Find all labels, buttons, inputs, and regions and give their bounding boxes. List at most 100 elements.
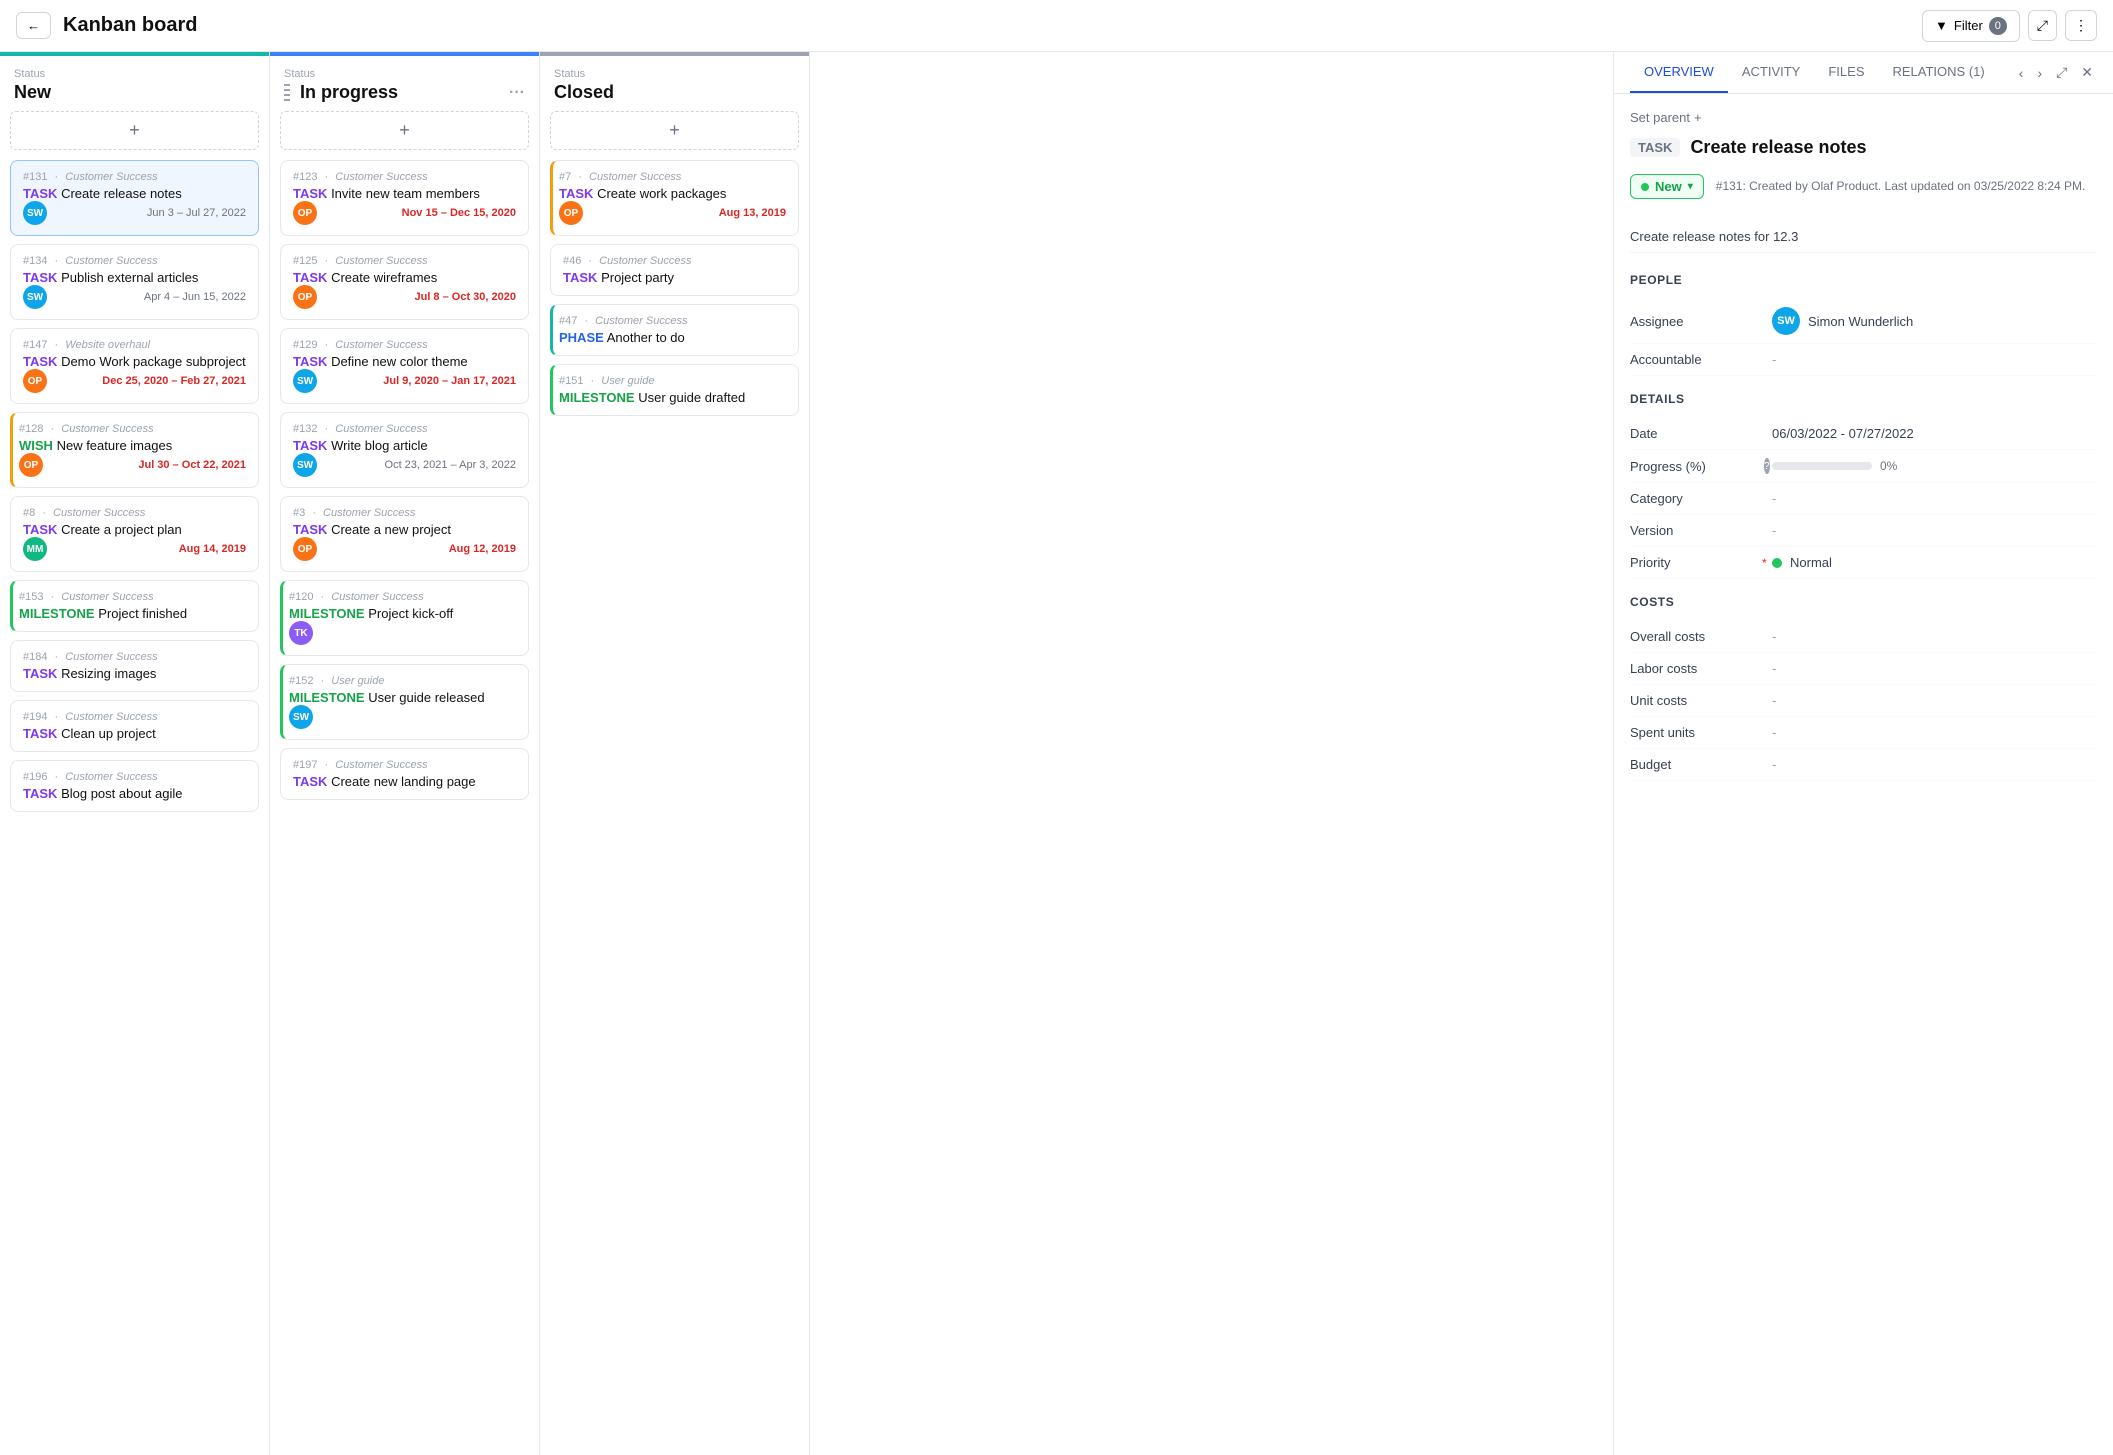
detail-label-category: Category [1630,491,1760,506]
list-item[interactable]: #196 · Customer SuccessTASK Blog post ab… [10,760,259,812]
card-title-text: Create release notes [61,186,182,201]
card-id-number: #123 [293,171,317,183]
card-category: Customer Success [335,759,427,771]
panel-back-icon[interactable]: ‹ [2015,61,2028,85]
card-id-line: #184 · Customer Success [23,651,246,663]
list-item[interactable]: #134 · Customer SuccessTASK Publish exte… [10,244,259,320]
card-id-number: #8 [23,507,35,519]
panel-expand-icon[interactable]: ⤢ [2052,60,2071,85]
add-card-button-in_progress[interactable]: + [280,111,529,150]
card-title-line: TASK Create a project plan [23,522,246,537]
set-parent-plus-icon[interactable]: + [1694,110,1702,125]
card-title-line: TASK Create release notes [23,186,246,201]
card-footer: SWApr 4 – Jun 15, 2022 [23,285,246,309]
card-type-label: TASK [23,726,57,741]
card-id-number: #129 [293,339,317,351]
tab-files[interactable]: FILES [1814,52,1878,93]
card-id-line: #153 · Customer Success [19,591,246,603]
card-title-line: TASK Define new color theme [293,354,516,369]
card-type-label: MILESTONE [19,606,95,621]
list-item[interactable]: #46 · Customer SuccessTASK Project party [550,244,799,296]
task-title: Create release notes [1690,137,1866,158]
list-item[interactable]: #120 · Customer SuccessMILESTONE Project… [280,580,529,656]
status-badge[interactable]: New ▾ [1630,174,1704,199]
list-item[interactable]: #125 · Customer SuccessTASK Create wiref… [280,244,529,320]
more-options-button[interactable]: ⋮ [2065,10,2097,41]
detail-label-progress: Progress (%) [1630,459,1760,474]
card-title-text: Create work packages [597,186,726,201]
list-item[interactable]: #7 · Customer SuccessTASK Create work pa… [550,160,799,236]
card-id-number: #132 [293,423,317,435]
list-item[interactable]: #8 · Customer SuccessTASK Create a proje… [10,496,259,572]
detail-label-accountable: Accountable [1630,352,1760,367]
expand-button[interactable]: ⤢ [2028,10,2057,41]
list-item[interactable]: #131 · Customer SuccessTASK Create relea… [10,160,259,236]
card-type-label: TASK [23,270,57,285]
avatar: OP [19,453,43,477]
card-category: Customer Success [595,315,687,327]
card-type-label: TASK [23,354,57,369]
card-type-label: TASK [563,270,597,285]
progress-bar-container: 0% [1772,459,2097,473]
card-category: Customer Success [599,255,691,267]
card-title-line: TASK Resizing images [23,666,246,681]
list-item[interactable]: #123 · Customer SuccessTASK Invite new t… [280,160,529,236]
list-item[interactable]: #151 · User guideMILESTONE User guide dr… [550,364,799,416]
status-row: New ▾ #131: Created by Olaf Product. Las… [1630,174,2097,211]
avatar: SW [23,285,47,309]
card-category: User guide [331,675,384,687]
list-item[interactable]: #184 · Customer Success TASK Resizing ima… [10,640,259,692]
status-arrow-icon: ▾ [1688,181,1693,192]
list-item[interactable]: #147 · Website overhaulTASK Demo Work pa… [10,328,259,404]
card-footer: OPAug 12, 2019 [293,537,516,561]
avatar: OP [23,369,47,393]
task-header: TASK Create release notes [1630,137,2097,158]
list-item[interactable]: #3 · Customer SuccessTASK Create a new p… [280,496,529,572]
column-options-icon-in_progress[interactable]: ··· [509,84,525,102]
card-footer: OPJul 8 – Oct 30, 2020 [293,285,516,309]
card-date: Oct 23, 2021 – Apr 3, 2022 [385,459,516,471]
card-id-number: #194 [23,711,47,723]
progress-help-icon[interactable]: ? [1764,458,1770,474]
tab-overview[interactable]: OVERVIEW [1630,52,1728,93]
detail-row-date: Date 06/03/2022 - 07/27/2022 [1630,418,2097,450]
panel-forward-icon[interactable]: › [2033,61,2046,85]
drag-handle-icon[interactable] [284,84,290,102]
status-dot [1641,183,1649,191]
card-title-line: TASK Write blog article [293,438,516,453]
detail-row-version: Version - [1630,515,2097,547]
list-item[interactable]: #197 · Customer SuccessTASK Create new l… [280,748,529,800]
add-card-button-new[interactable]: + [10,111,259,150]
card-title-text: Resizing images [61,666,156,681]
card-title-text: Project party [601,270,674,285]
back-button[interactable]: ← [16,12,51,39]
list-item[interactable]: #132 · Customer SuccessTASK Write blog a… [280,412,529,488]
tab-activity[interactable]: ACTIVITY [1728,52,1815,93]
panel-close-icon[interactable]: ✕ [2077,60,2097,85]
detail-value-priority: Normal [1772,555,2097,570]
list-item[interactable]: #47 · Customer SuccessPHASE Another to d… [550,304,799,356]
list-item[interactable]: #128 · Customer SuccessWISH New feature … [10,412,259,488]
card-title-line: TASK Create work packages [559,186,786,201]
list-item[interactable]: #129 · Customer SuccessTASK Define new c… [280,328,529,404]
panel-tab-icons: ‹ › ⤢ ✕ [2015,52,2097,93]
card-title-line: MILESTONE Project finished [19,606,246,621]
avatar: OP [293,537,317,561]
detail-label-version: Version [1630,523,1760,538]
avatar: SW [23,201,47,225]
list-item[interactable]: #153 · Customer Success MILESTONE Project… [10,580,259,632]
card-id-line: #125 · Customer Success [293,255,516,267]
column-status-label-closed: Status [554,68,795,80]
priority-label: Normal [1790,555,1832,570]
list-item[interactable]: #194 · Customer SuccessTASK Clean up pro… [10,700,259,752]
set-parent-label[interactable]: Set parent [1630,110,1690,125]
add-card-button-closed[interactable]: + [550,111,799,150]
card-type-label: WISH [19,438,53,453]
card-id-line: #197 · Customer Success [293,759,516,771]
tab-relations[interactable]: RELATIONS (1) [1878,52,1998,93]
detail-value-category: - [1772,491,2097,506]
filter-button[interactable]: ▼ Filter 0 [1922,10,2020,42]
header: ← Kanban board ▼ Filter 0 ⤢ ⋮ [0,0,2113,52]
card-type-label: TASK [293,774,327,789]
list-item[interactable]: #152 · User guideMILESTONE User guide re… [280,664,529,740]
